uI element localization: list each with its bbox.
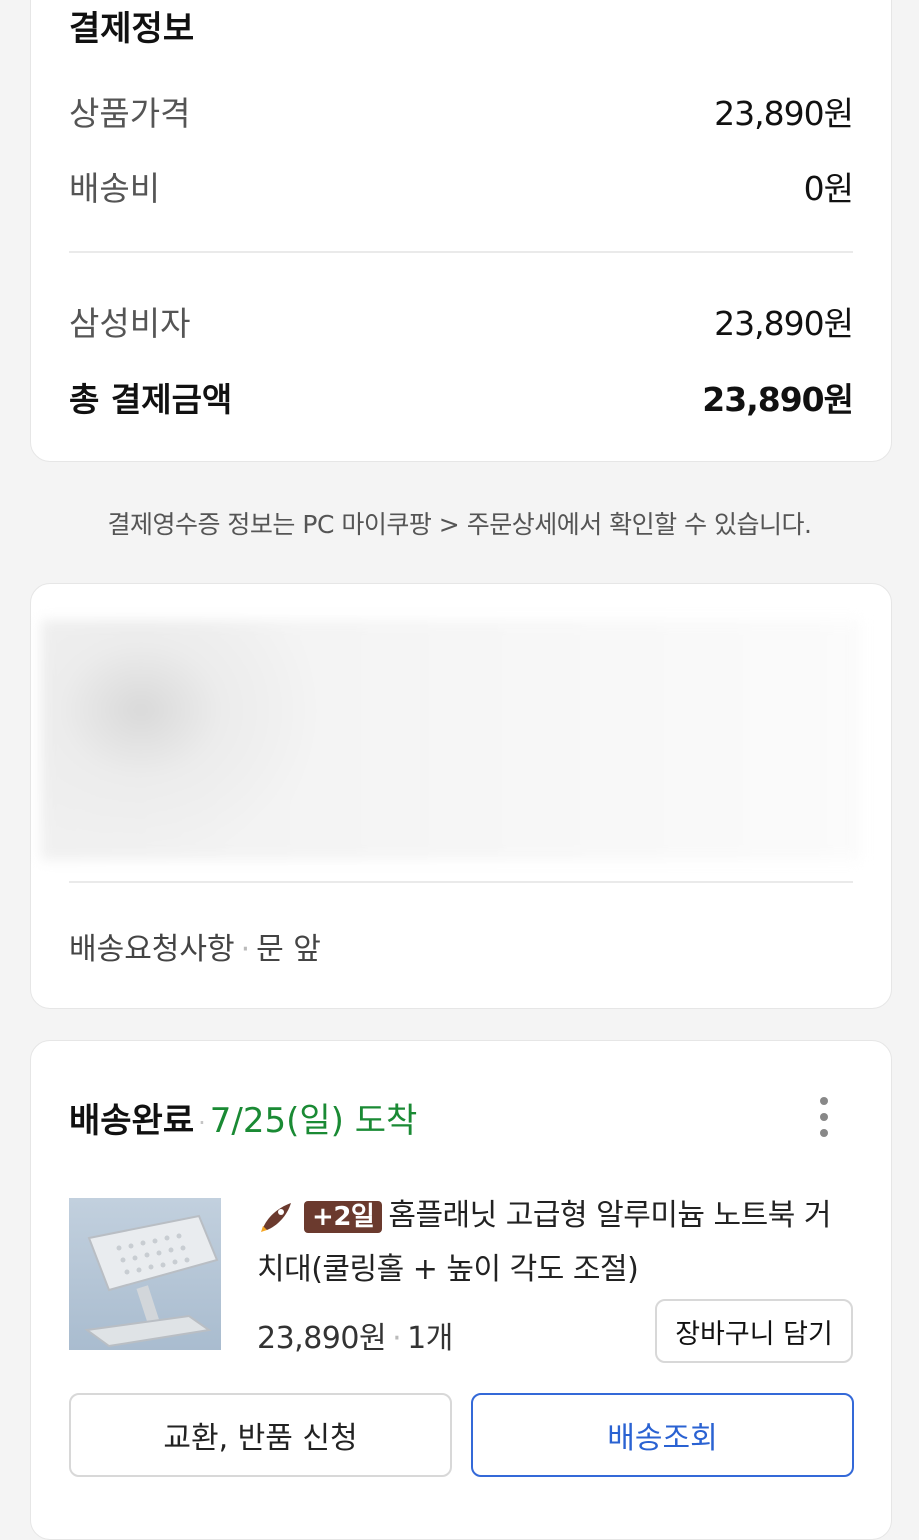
track-delivery-button[interactable]: 배송조회	[471, 1393, 854, 1477]
payment-method-row: 삼성비자 23,890원	[69, 299, 854, 343]
payment-method-value: 23,890원	[714, 304, 854, 343]
add-to-cart-button[interactable]: 장바구니 담기	[655, 1299, 853, 1363]
delivery-request: 배송요청사항 · 문 앞	[69, 924, 321, 968]
total-payment-label: 총 결제금액	[69, 380, 233, 419]
payment-info-title: 결제정보	[69, 9, 195, 49]
more-vertical-icon[interactable]	[819, 1097, 829, 1137]
product-title[interactable]: +2일 홈플래닛 고급형 알루미늄 노트북 거치대(쿨링홀 + 높이 각도 조절)	[257, 1189, 857, 1297]
separator-dot: ·	[240, 932, 251, 967]
total-payment-value: 23,890원	[702, 380, 854, 419]
product-thumbnail[interactable]	[69, 1198, 221, 1350]
delivery-status: 배송완료	[69, 1101, 195, 1141]
delivery-request-label: 배송요청사항	[69, 932, 235, 967]
product-quantity: 1개	[407, 1321, 453, 1356]
delivery-request-value: 문 앞	[256, 932, 321, 967]
shipping-fee-value: 0원	[803, 169, 854, 208]
address-divider	[69, 881, 853, 883]
order-card: 배송완료 · 7/25(일) 도착 +2일 홈플래닛 고급형 알루미늄 노트북 …	[30, 1040, 892, 1540]
total-payment-row: 총 결제금액 23,890원	[69, 375, 854, 419]
arrival-date: 7/25(일) 도착	[209, 1101, 418, 1141]
payment-divider	[69, 251, 853, 253]
delivery-status-line: 배송완료 · 7/25(일) 도착	[69, 1093, 417, 1142]
receipt-info-note: 결제영수증 정보는 PC 마이쿠팡 > 주문상세에서 확인할 수 있습니다.	[107, 510, 812, 539]
price-quantity: 23,890원 · 1개	[257, 1313, 453, 1357]
badge-text: +2일	[312, 1201, 375, 1232]
exchange-return-button[interactable]: 교환, 반품 신청	[69, 1393, 452, 1477]
delivery-day-badge: +2일	[304, 1200, 383, 1233]
blurred-address	[41, 620, 861, 860]
payment-method-label: 삼성비자	[69, 304, 191, 343]
delivery-address-card: 배송요청사항 · 문 앞	[30, 583, 892, 1009]
shipping-fee-label: 배송비	[69, 169, 161, 208]
payment-info-card: 결제정보 상품가격 23,890원 배송비 0원 삼성비자 23,890원 총 …	[30, 0, 892, 462]
separator-dot: ·	[392, 1321, 402, 1356]
product-price-value: 23,890원	[714, 94, 854, 133]
product-price-label: 상품가격	[69, 94, 191, 133]
separator-dot: ·	[198, 1108, 206, 1137]
product-price-row: 상품가격 23,890원	[69, 89, 854, 133]
rocket-delivery-icon	[261, 1202, 291, 1232]
product-price: 23,890원	[257, 1321, 387, 1356]
shipping-fee-row: 배송비 0원	[69, 164, 854, 208]
